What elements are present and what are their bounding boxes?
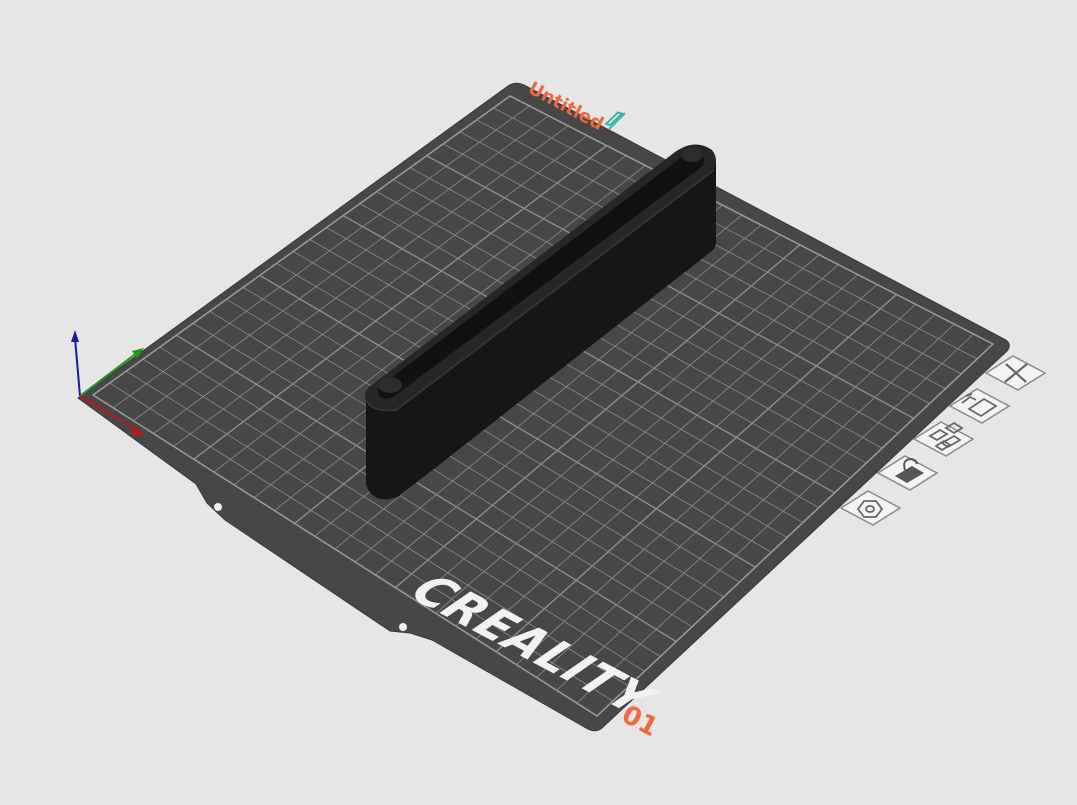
3d-viewport[interactable]: CREALITY Untitled 01 bbox=[0, 0, 1077, 805]
model-slot-end bbox=[681, 148, 703, 162]
edit-plate-name-icon[interactable] bbox=[604, 110, 628, 130]
plate-mount-hole bbox=[214, 503, 222, 511]
z-axis-arrow-icon bbox=[71, 330, 79, 342]
z-axis bbox=[74, 337, 81, 397]
plate-mount-hole bbox=[399, 623, 407, 631]
model-slot-end bbox=[378, 377, 402, 393]
